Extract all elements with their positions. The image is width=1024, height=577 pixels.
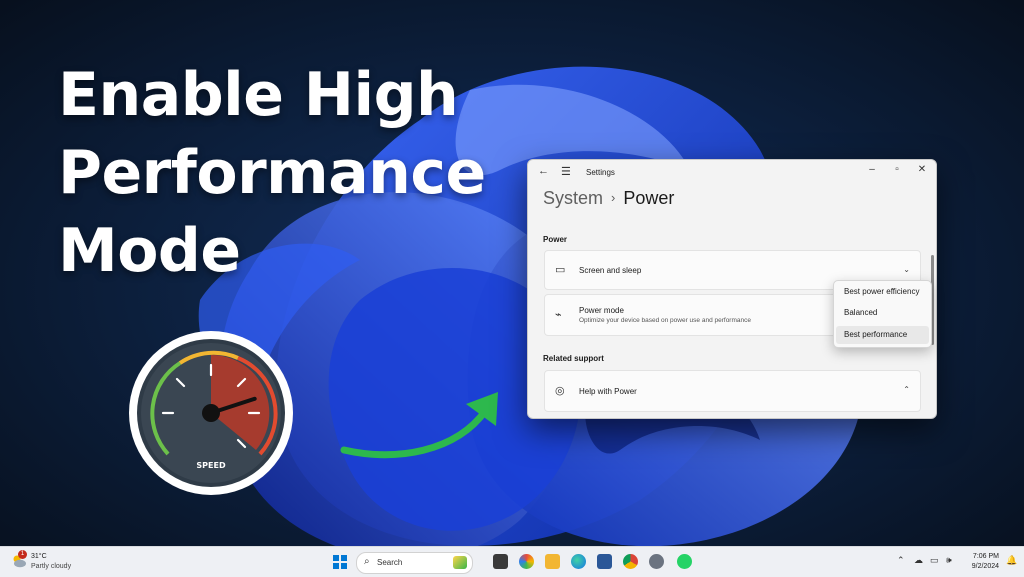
breadcrumb-separator: › [611, 190, 616, 205]
chevron-down-icon[interactable]: ⌄ [903, 265, 910, 274]
headline-line-1: Enable High [58, 60, 459, 130]
option-balanced[interactable]: Balanced [836, 304, 929, 322]
hamburger-menu-icon[interactable]: ☰ [561, 165, 571, 178]
power-mode-description: Optimize your device based on power use … [579, 317, 751, 324]
weather-temperature[interactable]: 31°C [31, 553, 47, 560]
weather-condition[interactable]: Partly cloudy [31, 563, 71, 570]
notification-bell-icon[interactable]: 🔔 [1006, 555, 1017, 566]
power-mode-dropdown: Best power efficiency Balanced Best perf… [833, 280, 932, 348]
search-placeholder: Search [377, 558, 403, 567]
search-highlight-icon [453, 556, 467, 569]
screen-sleep-label: Screen and sleep [579, 266, 642, 275]
help-with-power-card[interactable]: ◎ Help with Power ⌃ [544, 370, 921, 412]
breadcrumb: System › Power [543, 188, 674, 209]
page-title: Power [623, 188, 675, 208]
settings-gear-icon[interactable] [649, 554, 664, 569]
file-explorer-icon[interactable] [545, 554, 560, 569]
clock-time: 7:06 PM [972, 553, 999, 560]
power-section-label: Power [543, 235, 568, 244]
taskbar: 1 31°C Partly cloudy ⌕ Search ⌃ ☁ ▭ 🕪 7:… [0, 546, 1024, 577]
whatsapp-icon[interactable] [677, 554, 692, 569]
taskbar-search[interactable]: ⌕ Search [356, 552, 473, 574]
chrome-icon[interactable] [623, 554, 638, 569]
headline: Enable High Performance Mode [58, 56, 528, 290]
close-icon[interactable]: ✕ [914, 164, 930, 175]
minimize-icon[interactable]: – [864, 164, 880, 175]
related-support-label: Related support [543, 354, 604, 363]
copilot-icon[interactable] [519, 554, 534, 569]
chevron-up-icon[interactable]: ⌃ [903, 385, 910, 394]
power-mode-icon: ⌁ [555, 309, 562, 321]
weather-badge: 1 [18, 550, 27, 559]
microsoft-store-icon[interactable] [597, 554, 612, 569]
monitor-sleep-icon: ▭ [555, 264, 566, 276]
speedometer-icon: SPEED [129, 331, 293, 495]
back-arrow-icon[interactable]: ← [538, 165, 549, 177]
onedrive-cloud-icon[interactable]: ☁ [914, 555, 923, 566]
headline-line-3: Mode [58, 216, 241, 286]
edge-browser-icon[interactable] [571, 554, 586, 569]
system-clock[interactable]: 7:06 PM 9/2/2024 [965, 552, 999, 572]
clock-date: 9/2/2024 [971, 563, 999, 570]
window-title: Settings [586, 168, 615, 177]
volume-icon[interactable]: 🕪 [946, 555, 952, 566]
option-best-power-efficiency[interactable]: Best power efficiency [836, 283, 929, 301]
windows-start-icon[interactable] [333, 555, 347, 569]
arrow-icon [340, 392, 498, 459]
gauge-label: SPEED [196, 461, 226, 470]
maximize-icon[interactable]: ▫ [889, 164, 905, 175]
chevron-up-tray-icon[interactable]: ⌃ [897, 555, 905, 566]
option-best-performance[interactable]: Best performance [836, 326, 929, 344]
search-icon: ⌕ [364, 556, 370, 567]
breadcrumb-parent[interactable]: System [543, 188, 603, 208]
help-with-power-label: Help with Power [579, 387, 637, 396]
title-bar: ← ☰ Settings – ▫ ✕ [528, 160, 936, 186]
headline-line-2: Performance [58, 138, 486, 208]
display-icon[interactable]: ▭ [930, 555, 939, 566]
power-mode-label: Power mode [579, 306, 624, 315]
task-view-icon[interactable] [493, 554, 508, 569]
globe-icon: ◎ [555, 385, 565, 397]
